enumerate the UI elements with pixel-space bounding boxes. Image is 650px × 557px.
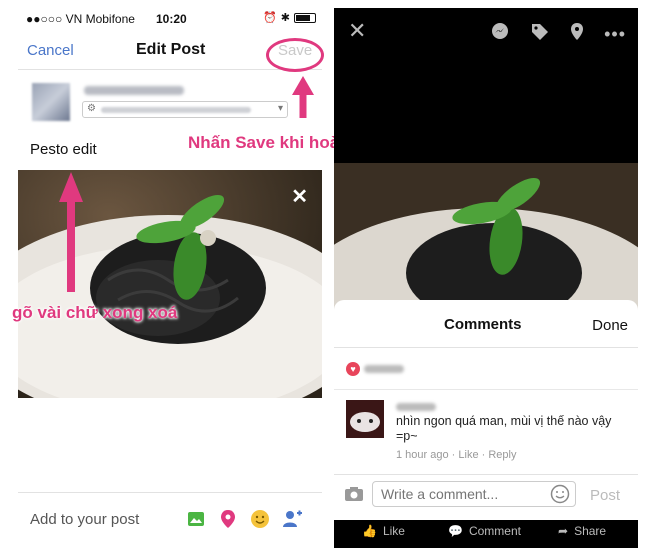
comment-text: nhìn ngon quá man, mùi vị thế nào vậy =p… [396,414,612,443]
share-action[interactable]: ➦ Share [558,524,606,538]
comment-meta: 1 hour ago · Like · Reply [396,449,517,461]
commenter-name-blurred [396,403,436,411]
more-options-icon[interactable]: ••• [604,24,626,45]
tag-icon[interactable] [530,22,550,47]
comment-like-link[interactable]: Like [458,449,478,461]
comment-time: 1 hour ago [396,449,449,461]
post-photo [334,163,638,318]
comment-item: nhìn ngon quá man, mùi vị thế nào vậy =p… [334,390,638,470]
comments-header: Comments Done [334,300,638,348]
comments-sheet: Comments Done ♥ nhìn ngon quá man, mùi v… [334,300,638,520]
photo-comments-screen: ✕ ••• Comments Done ♥ nhìn ngon quá man,… [334,8,638,548]
toolbar-icons: ••• [490,22,626,47]
messenger-icon[interactable] [490,22,510,47]
heart-icon: ♥ [346,362,360,376]
comment-composer: Post [334,474,638,514]
comment-bubble-icon: 💬 [448,524,463,538]
pasta-photo [334,163,638,318]
share-action-label: Share [574,524,607,538]
close-button[interactable]: ✕ [348,18,366,44]
comment-reply-link[interactable]: Reply [488,449,516,461]
like-action-label: Like [382,524,405,538]
share-arrow-icon: ➦ [558,524,569,538]
sticker-icon[interactable] [550,484,570,509]
camera-icon[interactable] [344,486,364,507]
comment-input[interactable] [372,481,576,507]
comment-action-label: Comment [468,524,521,538]
like-action[interactable]: 👍 Like [362,524,405,538]
reactors-blurred [364,365,404,373]
photo-viewer-toolbar: ✕ ••• [334,8,638,56]
done-button[interactable]: Done [592,317,628,334]
comments-title: Comments [444,316,522,333]
comment-action[interactable]: 💬 Comment [448,524,521,538]
post-actions-bar: 👍 Like 💬 Comment ➦ Share [334,516,638,548]
reactions-row[interactable]: ♥ [334,348,638,390]
location-icon[interactable] [570,22,584,47]
post-comment-button[interactable]: Post [590,487,620,504]
thumbs-up-icon: 👍 [362,524,377,538]
commenter-avatar [346,400,384,438]
